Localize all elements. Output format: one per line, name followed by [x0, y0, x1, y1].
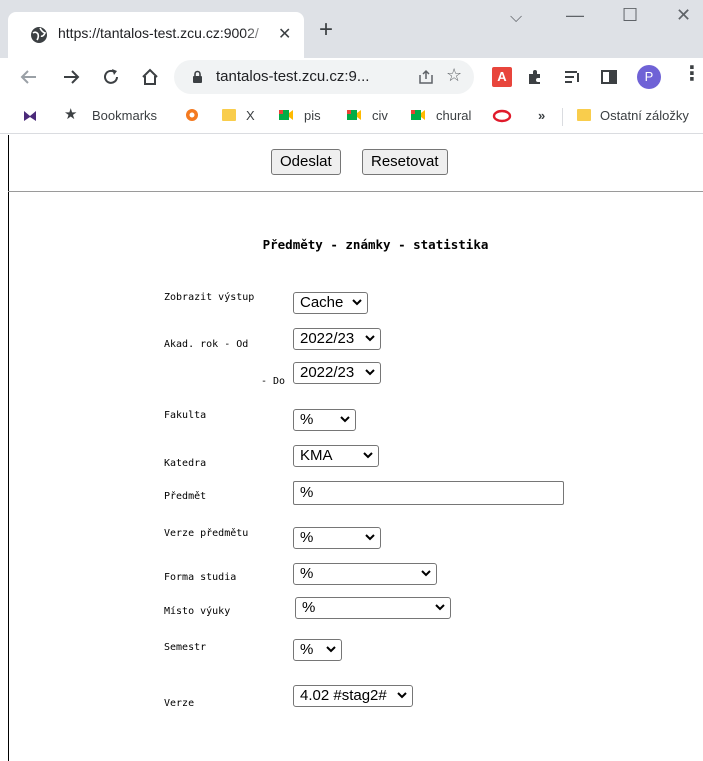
year-from-label: Akad. rok - Od: [164, 339, 249, 350]
bookmarks-bar: ★ Bookmarks X pis civ chural » Ostatní z…: [0, 98, 703, 134]
folder-icon[interactable]: [576, 107, 592, 123]
lock-icon[interactable]: [192, 70, 203, 84]
maximize-icon[interactable]: ☐: [622, 6, 638, 24]
department-value: KMA: [300, 447, 333, 464]
chevron-down-icon: [435, 604, 445, 611]
subject-version-value: %: [300, 529, 314, 546]
output-select[interactable]: Cache: [293, 292, 368, 314]
star-icon[interactable]: ☆: [446, 65, 462, 86]
faculty-value: %: [300, 411, 314, 428]
chevron-down-icon: [421, 570, 431, 577]
study-form-select[interactable]: %: [293, 563, 437, 585]
department-select[interactable]: KMA: [293, 445, 379, 467]
submit-button[interactable]: Odeslat: [271, 149, 341, 175]
semester-label: Semestr: [164, 642, 207, 653]
meet-icon[interactable]: [346, 107, 362, 123]
semester-select[interactable]: %: [293, 639, 342, 661]
year-to-select[interactable]: 2022/23: [293, 362, 381, 384]
place-label: Místo výuky: [164, 606, 231, 617]
faculty-select[interactable]: %: [293, 409, 356, 431]
grafana-icon[interactable]: [184, 107, 200, 123]
new-tab-button[interactable]: +: [319, 18, 333, 42]
page-title: Předměty - známky - statistika: [262, 237, 489, 252]
study-form-label: Forma studia: [164, 572, 237, 583]
reading-list-icon[interactable]: [564, 69, 582, 85]
bookmarks-star-icon[interactable]: ★: [64, 105, 77, 123]
forward-arrow-icon[interactable]: [62, 68, 80, 86]
tab-close-icon[interactable]: ✕: [278, 24, 291, 44]
close-window-icon[interactable]: ✕: [676, 6, 691, 24]
subject-label: Předmět: [164, 491, 207, 502]
chevron-down-icon: [365, 534, 375, 541]
subject-input[interactable]: %: [293, 481, 564, 505]
output-select-value: Cache: [300, 294, 344, 311]
place-select[interactable]: %: [295, 597, 451, 619]
chevron-down-icon: [340, 416, 350, 423]
bookmark-pis[interactable]: pis: [304, 108, 321, 123]
reload-icon[interactable]: [102, 68, 120, 86]
semester-value: %: [300, 641, 314, 658]
chevron-down-icon: [397, 692, 407, 699]
chevron-down-icon: [352, 299, 362, 306]
department-label: Katedra: [164, 458, 207, 469]
study-form-value: %: [300, 565, 314, 582]
tab-title: https://tantalos-test.zcu.cz:9002/: [58, 25, 259, 41]
page-content: Odeslat Resetovat Předměty - známky - st…: [0, 135, 703, 761]
browser-toolbar: tantalos-test.zcu.cz:9... ☆ A P ⋮: [0, 58, 703, 98]
subject-version-label: Verze předmětu: [164, 528, 249, 539]
browser-tab[interactable]: https://tantalos-test.zcu.cz:9002/ ✕: [8, 12, 304, 58]
chevron-down-icon: [363, 452, 373, 459]
frame-border: [8, 135, 9, 761]
other-bookmarks[interactable]: Ostatní záložky: [600, 108, 689, 123]
menu-dots-icon[interactable]: ⋮: [682, 64, 702, 84]
chevron-down-icon: [365, 369, 375, 376]
year-from-value: 2022/23: [300, 330, 355, 347]
extensions-puzzle-icon[interactable]: [526, 68, 544, 86]
bookmark-x[interactable]: X: [246, 108, 255, 123]
address-bar[interactable]: tantalos-test.zcu.cz:9... ☆: [174, 60, 474, 94]
chevron-down-icon: [365, 335, 375, 342]
output-label: Zobrazit výstup: [164, 292, 255, 303]
extension-a-icon[interactable]: A: [492, 67, 512, 87]
share-icon[interactable]: [418, 69, 434, 85]
meet-icon[interactable]: [410, 107, 426, 123]
reset-button[interactable]: Resetovat: [362, 149, 448, 175]
tab-search-icon[interactable]: ⌵: [510, 10, 522, 26]
version-value: 4.02 #stag2#: [300, 687, 387, 704]
place-value: %: [302, 599, 316, 616]
app-logo-icon[interactable]: [22, 108, 38, 124]
year-to-value: 2022/23: [300, 364, 355, 381]
divider: [8, 191, 703, 192]
bookmark-civ[interactable]: civ: [372, 108, 388, 123]
year-to-label: - Do: [261, 376, 286, 387]
more-bookmarks-icon[interactable]: »: [538, 108, 545, 123]
bookmarks-label[interactable]: Bookmarks: [92, 108, 157, 123]
bookmarks-divider: [562, 108, 563, 126]
globe-icon: [31, 27, 47, 43]
home-icon[interactable]: [140, 67, 160, 87]
version-label: Verze: [164, 698, 195, 709]
meet-icon[interactable]: [278, 107, 294, 123]
side-panel-icon[interactable]: [600, 68, 618, 86]
bookmark-chural[interactable]: chural: [436, 108, 471, 123]
year-from-select[interactable]: 2022/23: [293, 328, 381, 350]
back-arrow-icon[interactable]: [20, 68, 38, 86]
faculty-label: Fakulta: [164, 410, 207, 421]
minimize-icon[interactable]: —: [566, 6, 584, 24]
chevron-down-icon: [326, 646, 336, 653]
profile-avatar[interactable]: P: [637, 65, 661, 89]
subject-version-select[interactable]: %: [293, 527, 381, 549]
url-text[interactable]: tantalos-test.zcu.cz:9...: [216, 68, 369, 85]
opera-icon[interactable]: [492, 109, 512, 123]
version-select[interactable]: 4.02 #stag2#: [293, 685, 413, 707]
tab-strip: https://tantalos-test.zcu.cz:9002/ ✕ + ⌵…: [0, 0, 703, 66]
folder-icon[interactable]: [221, 107, 237, 123]
